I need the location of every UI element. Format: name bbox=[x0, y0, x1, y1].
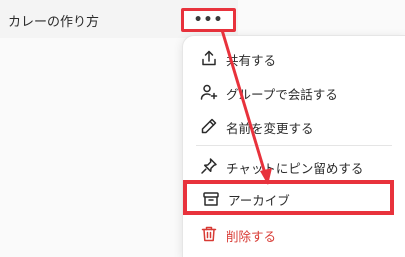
chat-list-item[interactable]: カレーの作り方 ••• bbox=[0, 0, 238, 38]
more-options-button[interactable]: ••• bbox=[181, 8, 236, 32]
menu-item-label: 共有する bbox=[226, 53, 277, 68]
menu-item-share[interactable]: 共有する bbox=[183, 43, 405, 73]
share-icon bbox=[200, 49, 218, 67]
menu-item-label: アーカイブ bbox=[228, 193, 290, 208]
menu-item-archive[interactable]: アーカイブ bbox=[183, 180, 394, 215]
menu-divider bbox=[196, 145, 392, 146]
page: カレーの作り方 ••• 共有する グループで会話する 名前を変更する チャットに… bbox=[0, 0, 405, 257]
context-menu: 共有する グループで会話する 名前を変更する チャットにピン留めする アーカイブ… bbox=[182, 35, 405, 257]
more-horizontal-icon: ••• bbox=[193, 12, 224, 28]
archive-icon bbox=[202, 190, 220, 208]
trash-icon bbox=[200, 225, 218, 243]
menu-item-label: 削除する bbox=[226, 229, 277, 244]
menu-item-rename[interactable]: 名前を変更する bbox=[183, 111, 405, 141]
chat-title: カレーの作り方 bbox=[8, 15, 100, 30]
add-person-icon bbox=[200, 83, 218, 101]
pencil-icon bbox=[200, 117, 218, 135]
pin-icon bbox=[200, 157, 218, 175]
menu-item-label: チャットにピン留めする bbox=[226, 161, 364, 176]
menu-item-label: グループで会話する bbox=[226, 87, 338, 102]
menu-item-delete[interactable]: 削除する bbox=[183, 219, 405, 249]
menu-item-group-chat[interactable]: グループで会話する bbox=[183, 77, 405, 107]
menu-item-label: 名前を変更する bbox=[226, 121, 314, 136]
menu-item-pin[interactable]: チャットにピン留めする bbox=[183, 151, 405, 181]
